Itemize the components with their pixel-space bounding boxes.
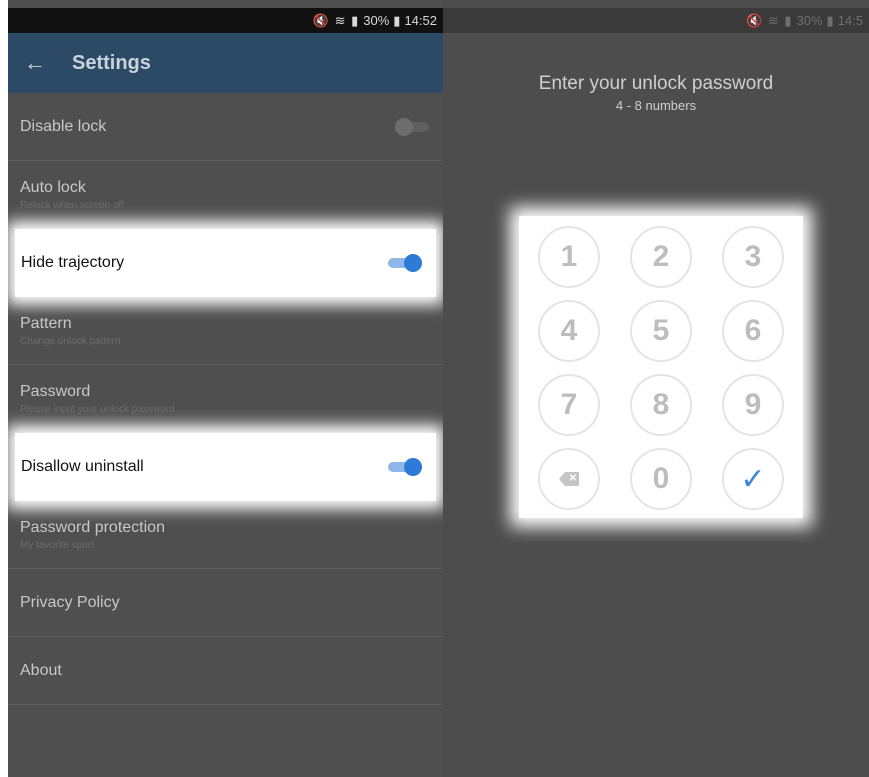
toggle-thumb	[404, 254, 422, 272]
setting-title: Disable lock	[20, 117, 107, 135]
key-8[interactable]: 8	[630, 374, 692, 436]
setting-title: Privacy Policy	[20, 593, 120, 611]
disable-lock-toggle[interactable]	[395, 117, 429, 136]
status-time: 14:52	[404, 13, 437, 28]
back-arrow-icon[interactable]: ←	[24, 50, 46, 76]
setting-privacy-policy[interactable]: Privacy Policy	[8, 569, 443, 637]
setting-title: Disallow uninstall	[21, 458, 144, 475]
setting-subtitle: My favorite sport	[20, 539, 94, 551]
key-3[interactable]: 3	[722, 226, 784, 288]
hide-trajectory-toggle[interactable]	[388, 254, 422, 272]
settings-screen: 🔇 ≋ ▮ 30% ▮ 14:52 ← Settings Disable loc…	[8, 0, 443, 777]
setting-subtitle: Please input your unlock password	[20, 403, 175, 415]
battery-icon: ▮	[393, 12, 401, 28]
key-1[interactable]: 1	[538, 226, 600, 288]
password-screen: 🔇 ≋ ▮ 30% ▮ 14:5 Enter your unlock passw…	[443, 0, 869, 777]
backspace-icon: ✕	[559, 472, 579, 486]
setting-title: About	[20, 661, 62, 679]
status-bar: 🔇 ≋ ▮ 30% ▮ 14:52	[8, 8, 443, 33]
setting-password-protection[interactable]: Password protection My favorite sport	[8, 501, 443, 569]
key-5[interactable]: 5	[630, 300, 692, 362]
setting-title: Password protection	[20, 518, 165, 536]
toggle-thumb	[395, 117, 413, 136]
setting-title: Hide trajectory	[21, 254, 125, 271]
status-bar: 🔇 ≋ ▮ 30% ▮ 14:5	[443, 8, 869, 33]
setting-pattern[interactable]: Pattern Change unlock pattern	[8, 297, 443, 365]
app-bar: ← Settings	[8, 33, 443, 93]
key-6[interactable]: 6	[722, 300, 784, 362]
setting-about[interactable]: About	[8, 637, 443, 705]
delete-button[interactable]: ✕	[538, 448, 600, 510]
setting-title: Auto lock	[20, 178, 86, 196]
setting-password[interactable]: Password Please input your unlock passwo…	[8, 365, 443, 433]
key-4[interactable]: 4	[538, 300, 600, 362]
confirm-check-icon[interactable]: ✓	[722, 448, 784, 510]
disallow-uninstall-toggle[interactable]	[388, 458, 422, 476]
setting-disallow-uninstall[interactable]: Disallow uninstall	[15, 433, 436, 501]
number-keypad: 1 2 3 4 5 6 7 8 9 ✕ 0 ✓	[519, 216, 803, 518]
battery-level: 30%	[363, 13, 390, 28]
status-time: 14:5	[837, 13, 863, 28]
setting-hide-trajectory[interactable]: Hide trajectory	[15, 229, 436, 297]
battery-icon: ▮	[826, 12, 834, 28]
battery-level: 30%	[796, 13, 823, 28]
password-prompt-subtitle: 4 - 8 numbers	[615, 98, 697, 113]
key-2[interactable]: 2	[630, 226, 692, 288]
toggle-thumb	[404, 458, 422, 476]
key-9[interactable]: 9	[722, 374, 784, 436]
setting-disable-lock[interactable]: Disable lock	[8, 93, 443, 161]
setting-title: Pattern	[20, 314, 72, 332]
status-icons: 🔇 ≋ ▮	[312, 12, 360, 28]
setting-subtitle: Change unlock pattern	[20, 335, 121, 347]
key-0[interactable]: 0	[630, 448, 692, 510]
key-7[interactable]: 7	[538, 374, 600, 436]
status-icons: 🔇 ≋ ▮	[746, 12, 793, 28]
password-prompt-title: Enter your unlock password	[538, 73, 774, 94]
settings-list: Disable lock Auto lock Relock when scree…	[8, 93, 443, 705]
page-title: Settings	[72, 51, 151, 74]
setting-auto-lock[interactable]: Auto lock Relock when screen off	[8, 161, 443, 229]
setting-subtitle: Relock when screen off	[20, 199, 124, 211]
setting-title: Password	[20, 382, 91, 400]
